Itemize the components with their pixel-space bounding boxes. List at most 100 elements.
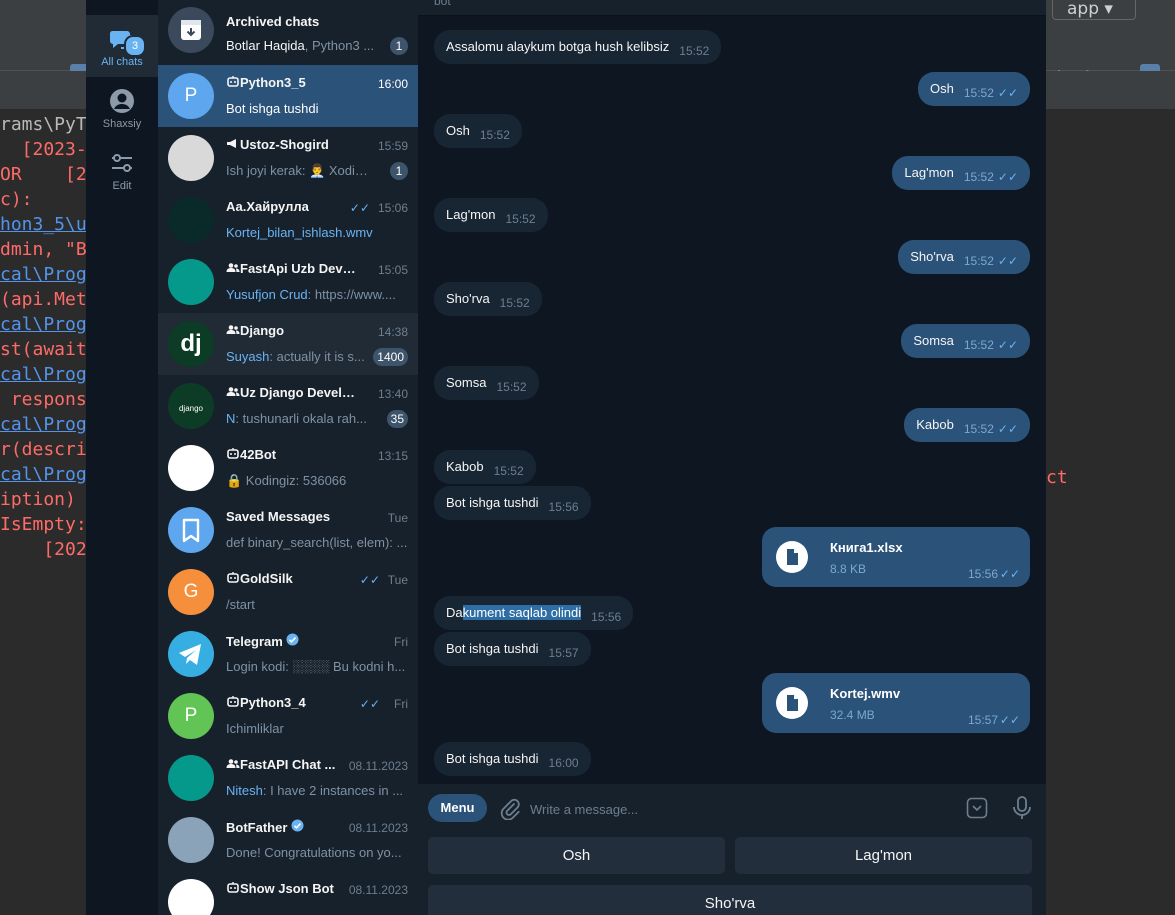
file-download-button[interactable] <box>776 541 808 573</box>
chat-row[interactable]: Аа.Хайрулла 15:06 ✓✓ Kortej_bilan_ishlash.w… <box>158 189 418 251</box>
incoming-message[interactable]: Dakument saqlab olindi 15:56 <box>434 596 634 630</box>
user-icon <box>110 89 134 113</box>
chat-title-line: Python3_5 <box>226 75 356 90</box>
incoming-message[interactable]: Osh 15:52 <box>434 114 522 148</box>
message-time: 15:52 <box>963 170 994 184</box>
console-line[interactable]: cal\Progr <box>0 362 90 387</box>
chat-time: 16:00 <box>377 77 408 91</box>
chat-title-line: Django <box>226 323 356 338</box>
message-input[interactable] <box>528 796 832 822</box>
chat-time: 15:05 <box>377 263 408 277</box>
preview-text: Bot ishga tushdi <box>226 101 319 116</box>
chat-row[interactable]: Show Json Bot 08.11.2023 <box>158 871 418 915</box>
incoming-message[interactable]: Somsa 15:52 <box>434 366 539 400</box>
message-time: 15:52 <box>963 338 994 352</box>
channel-icon <box>227 139 236 148</box>
incoming-message[interactable]: Kabob 15:52 <box>434 450 536 484</box>
chat-preview: Ichimliklar <box>226 721 408 736</box>
archived-chats-row[interactable]: Archived chats Botlar Haqida, Python3 ...… <box>158 0 418 64</box>
paperclip-icon[interactable] <box>498 796 520 820</box>
console-line[interactable]: cal\Progr <box>0 312 90 337</box>
chat-row[interactable]: Ustoz-Shogird 15:59 Ish joyi kerak: 👨‍💼 Xo… <box>158 127 418 189</box>
keyboard-button-osh[interactable]: Osh <box>428 837 725 874</box>
console-line[interactable]: cal\Progr <box>0 262 90 287</box>
bot-menu-button[interactable]: Menu <box>428 794 487 822</box>
chat-row[interactable]: G GoldSilk Tue ✓✓ /start <box>158 561 418 623</box>
outgoing-message[interactable]: Sho'rva 15:52 ✓✓ <box>898 240 1030 274</box>
chat-row[interactable]: django Uz Django Develo... 13:40 N: tushuna… <box>158 375 418 437</box>
chat-preview: Done! Congratulations on yo... <box>226 845 408 860</box>
keyboard-button-lagmon[interactable]: Lag'mon <box>735 837 1032 874</box>
avatar <box>168 197 214 243</box>
chat-title: Show Json Bot <box>240 881 334 896</box>
message-text: Somsa <box>446 375 487 390</box>
console-line[interactable]: hon3_5\ut <box>0 212 90 237</box>
keyboard-toggle-icon[interactable] <box>966 797 988 819</box>
chat-title: Django <box>240 323 285 338</box>
outgoing-message[interactable]: Lag'mon 15:52 ✓✓ <box>892 156 1030 190</box>
outgoing-message[interactable]: Somsa 15:52 ✓✓ <box>901 324 1030 358</box>
keyboard-button-shorva[interactable]: Sho'rva <box>428 885 1032 915</box>
preview-text: : I have 2 instances in ... <box>262 783 404 798</box>
message-text: Kabob <box>446 459 484 474</box>
chat-title: Telegram <box>226 634 283 649</box>
chat-preview: Ish joyi kerak: 👨‍💼 Xodim... <box>226 163 376 179</box>
ide-run-config[interactable]: app ▾ <box>1052 0 1136 20</box>
file-message[interactable]: Kortej.wmv 32.4 MB 15:57 ✓✓ <box>762 673 1030 733</box>
avatar-initials: P <box>184 705 198 726</box>
console-line: IsEmpty: <box>0 514 87 535</box>
unread-badge: 1 <box>390 37 408 55</box>
file-download-button[interactable] <box>776 687 808 719</box>
chat-row[interactable]: 42Bot 13:15 🔒 Kodingiz: 536066 <box>158 437 418 499</box>
incoming-message[interactable]: Lag'mon 15:52 <box>434 198 548 232</box>
chat-row[interactable]: Telegram Fri Login kodi: ░░░░ Bu kodni h.… <box>158 623 418 685</box>
incoming-message[interactable]: Bot ishga tushdi 16:00 <box>434 742 591 776</box>
chat-preview: def binary_search(list, elem): ... <box>226 535 408 550</box>
chat-header: bot <box>418 0 1046 16</box>
unread-badge: 1 <box>390 162 408 180</box>
chat-title: GoldSilk <box>240 571 293 586</box>
file-message[interactable]: Книга1.xlsx 8.8 KB 15:56 ✓✓ <box>762 527 1030 587</box>
incoming-message[interactable]: Sho'rva 15:52 <box>434 282 542 316</box>
bot-icon <box>227 448 239 459</box>
chat-time: 08.11.2023 <box>348 883 408 897</box>
microphone-icon[interactable] <box>1012 795 1032 821</box>
chat-row[interactable]: P Python3_5 16:00 Bot ishga tushdi <box>158 65 418 127</box>
preview-text: Ichimliklar <box>226 721 284 736</box>
message-text: Sho'rva <box>910 249 954 264</box>
chat-row[interactable]: BotFather 08.11.2023 Done! Congratulation… <box>158 809 418 871</box>
chat-row[interactable]: P Python3_4 Fri ✓✓ Ichimliklar <box>158 685 418 747</box>
chat-title-line: Ustoz-Shogird <box>226 137 356 152</box>
folder-shaxsiy[interactable]: Shaxsiy <box>86 77 158 139</box>
preview-text: : tushunarli okala rah... <box>235 411 367 426</box>
preview-sender: Yusufjon Crud <box>226 287 308 302</box>
avatar-initials: dj <box>180 330 202 357</box>
incoming-message[interactable]: Bot ishga tushdi 15:57 <box>434 632 591 666</box>
incoming-message[interactable]: Bot ishga tushdi 15:56 <box>434 486 591 520</box>
outgoing-message[interactable]: Kabob 15:52 ✓✓ <box>904 408 1030 442</box>
chat-row[interactable]: dj Django 14:38 Suyash: actually it is s...… <box>158 313 418 375</box>
avatar <box>168 879 214 915</box>
chat-time: Fri <box>394 635 408 649</box>
document-icon <box>787 549 798 565</box>
chat-row[interactable]: FastApi Uzb Devel... 15:05 Yusufjon Crud: … <box>158 251 418 313</box>
preview-sender: Suyash <box>226 349 270 364</box>
folder-edit[interactable]: Edit <box>86 139 158 201</box>
bot-reply-keyboard: Osh Lag'mon Sho'rva <box>418 832 1046 915</box>
chat-title-line: Archived chats <box>226 14 356 29</box>
folder-all-chats[interactable]: 3 All chats <box>86 15 158 77</box>
chat-title: Uz Django Develo... <box>240 385 356 400</box>
console-line[interactable]: cal\Progr <box>0 412 90 437</box>
chat-preview: Yusufjon Crud: https://www.... <box>226 287 408 302</box>
chat-row[interactable]: Saved Messages Tue def binary_search(list,… <box>158 499 418 561</box>
outgoing-message[interactable]: Osh 15:52 ✓✓ <box>918 72 1030 106</box>
incoming-message[interactable]: Assalomu alaykum botga hush kelibsiz 15:5… <box>434 30 722 64</box>
document-icon <box>787 695 798 711</box>
telegram-icon <box>179 644 201 665</box>
avatar: G <box>168 569 214 615</box>
double-check-icon: ✓✓ <box>999 713 1020 727</box>
bot-icon <box>227 76 239 87</box>
console-line[interactable]: cal\Progr <box>0 462 90 487</box>
chat-title-line: GoldSilk <box>226 571 356 586</box>
chat-row[interactable]: FastAPI Chat ... 08.11.2023 Nitesh: I have… <box>158 747 418 809</box>
